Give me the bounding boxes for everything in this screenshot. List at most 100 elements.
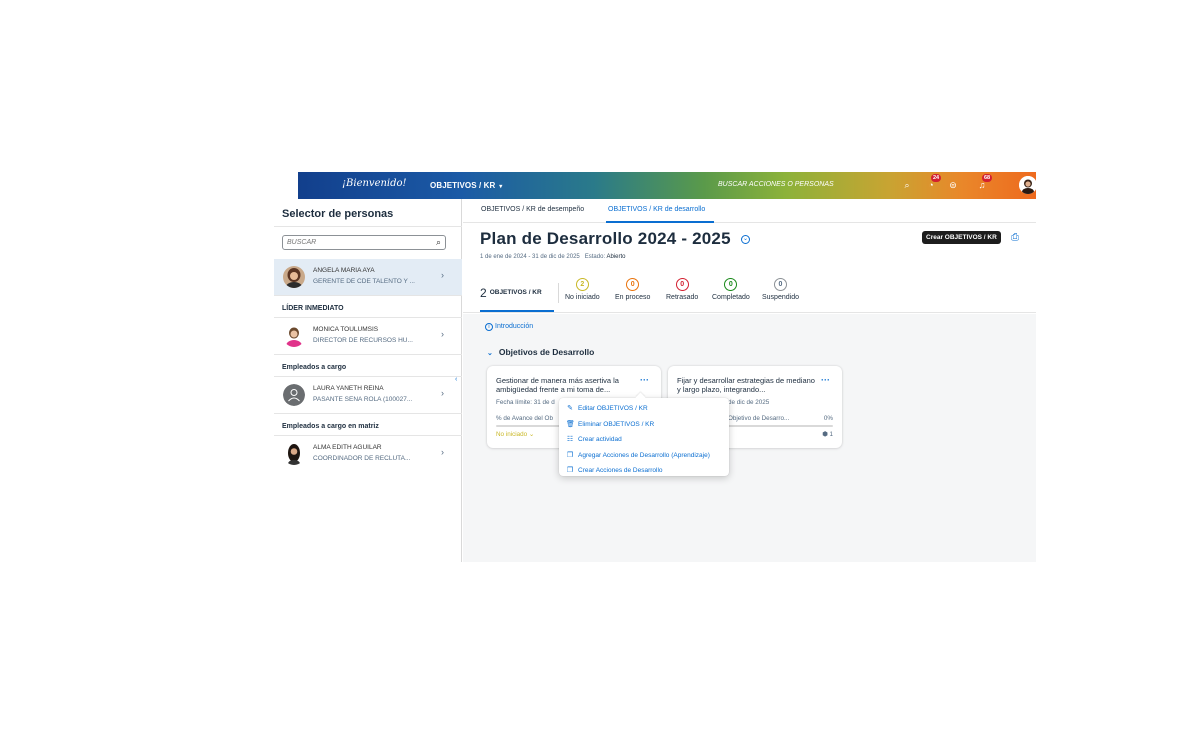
stat-count: 0 xyxy=(626,278,640,291)
stat-label: Suspendido xyxy=(762,294,799,301)
top-navigation-bar: ¡Bienvenido! OBJETIVOS / KR ▾ BUSCAR ACC… xyxy=(298,172,1036,199)
tab-desarrollo[interactable]: OBJETIVOS / KR de desarrollo xyxy=(608,206,705,213)
chevron-down-icon: ▾ xyxy=(497,184,503,190)
objective-status[interactable]: No iniciado ⌄ xyxy=(496,431,534,438)
chevron-right-icon[interactable]: › xyxy=(441,447,444,457)
avatar xyxy=(283,266,305,288)
copy-icon: ❐ xyxy=(566,467,574,474)
stat-label: No iniciado xyxy=(565,294,600,301)
stat-count: 2 xyxy=(575,278,589,291)
person-item[interactable]: ALMA EDITH AGUILAR COORDINADOR DE RECLUT… xyxy=(274,436,462,472)
menu-item-label: Crear Acciones de Desarrollo xyxy=(578,467,663,474)
objective-deadline: Fecha límite: 31 de d xyxy=(496,399,555,406)
notifications-badge: 68 xyxy=(982,174,993,182)
menu-item-delete[interactable]: 🗑 Eliminar OBJETIVOS / KR xyxy=(559,417,729,433)
more-options-icon[interactable]: ··· xyxy=(821,375,830,385)
search-icon[interactable]: ⌕ xyxy=(436,237,441,248)
person-role: COORDINADOR DE RECLUTA... xyxy=(313,455,411,462)
person-item[interactable]: LAURA YANETH REINA PASANTE SENA ROLA (10… xyxy=(274,377,462,413)
sidebar-title: Selector de personas xyxy=(282,208,394,220)
page-title: Plan de Desarrollo 2024 - 2025 xyxy=(480,229,731,248)
menu-item-create-actions[interactable]: ❐ Crear Acciones de Desarrollo xyxy=(559,463,729,479)
stat-completado[interactable]: 0 Completado xyxy=(712,278,750,301)
objective-deadline: de dic de 2025 xyxy=(728,399,770,406)
menu-item-label: Crear actividad xyxy=(578,436,622,443)
chevron-right-icon[interactable]: › xyxy=(441,388,444,398)
tab-bar: OBJETIVOS / KR de desempeño OBJETIVOS / … xyxy=(463,199,1036,223)
divider xyxy=(274,354,462,355)
selected-person[interactable]: ANGELA MARIA AYA GERENTE DE CDE TALENTO … xyxy=(274,259,462,295)
intro-link[interactable]: i Introducción xyxy=(485,323,533,331)
chevron-right-icon[interactable]: › xyxy=(441,270,444,280)
search-icon[interactable]: ⌕ xyxy=(901,179,913,191)
menu-item-label: Agregar Acciones de Desarrollo (Aprendiz… xyxy=(578,451,710,459)
search-input[interactable] xyxy=(287,237,427,248)
global-search[interactable]: BUSCAR ACCIONES O PERSONAS xyxy=(718,181,834,188)
app-window: ¡Bienvenido! OBJETIVOS / KR ▾ BUSCAR ACC… xyxy=(274,172,1036,562)
stat-count: 0 xyxy=(773,278,787,291)
create-objective-button[interactable]: Crear OBJETIVOS / KR xyxy=(922,231,1001,244)
plan-subtitle: 1 de ene de 2024 - 31 de dic de 2025 Est… xyxy=(480,254,625,260)
section-title: Objetivos de Desarrollo xyxy=(498,347,595,357)
status-value: Abierto xyxy=(606,254,626,260)
objective-status-label: No iniciado xyxy=(496,431,528,438)
total-objectives-tab[interactable]: 2 OBJETIVOS / KR xyxy=(480,285,542,300)
stat-en-proceso[interactable]: 0 En proceso xyxy=(615,278,650,301)
tab-desempeno[interactable]: OBJETIVOS / KR de desempeño xyxy=(481,206,584,213)
stat-no-iniciado[interactable]: 2 No iniciado xyxy=(565,278,600,301)
total-label: OBJETIVOS / KR xyxy=(489,289,542,297)
avatar xyxy=(283,384,305,406)
stat-count: 0 xyxy=(724,278,738,291)
more-options-icon[interactable]: ··· xyxy=(640,375,649,385)
tasks-badge: 24 xyxy=(931,174,942,182)
user-avatar[interactable] xyxy=(1019,176,1036,194)
status-summary: 2 OBJETIVOS / KR 2 No iniciado 0 En proce… xyxy=(463,273,1036,313)
activity-count: ⬢ 1 xyxy=(822,431,833,438)
chevron-right-icon[interactable]: › xyxy=(441,329,444,339)
stat-count: 0 xyxy=(675,278,689,291)
stat-label: En proceso xyxy=(615,294,651,301)
divider xyxy=(274,226,462,227)
info-icon: i xyxy=(485,323,493,331)
objective-title: Gestionar de manera más asertiva la ambi… xyxy=(496,376,619,394)
chat-icon[interactable]: ⊜ xyxy=(947,179,959,191)
sidebar-search[interactable]: ⌕ xyxy=(282,235,446,250)
module-menu[interactable]: OBJETIVOS / KR ▾ xyxy=(430,181,502,190)
person-role: DIRECTOR DE RECURSOS HU... xyxy=(313,337,413,344)
intro-label: Introducción xyxy=(495,323,534,330)
objective-title: Fijar y desarrollar estrategias de media… xyxy=(677,376,815,394)
logo[interactable]: ¡Bienvenido! xyxy=(342,178,407,189)
menu-item-create-activity[interactable]: ☷ Crear actividad xyxy=(559,432,729,448)
stat-suspendido[interactable]: 0 Suspendido xyxy=(762,278,799,301)
person-selector-panel: Selector de personas ⌕ ANGELA MARIA AYA … xyxy=(274,199,462,562)
menu-item-edit[interactable]: ✎ Editar OBJETIVOS / KR xyxy=(559,401,729,417)
stat-label: Completado xyxy=(712,294,750,301)
dropdown-icon[interactable]: ⌄ xyxy=(741,235,750,244)
print-icon[interactable]: ⎙ xyxy=(1011,232,1019,243)
section-label-matriz: Empleados a cargo en matriz xyxy=(282,423,379,430)
active-tab-indicator xyxy=(606,221,714,223)
stat-retrasado[interactable]: 0 Retrasado xyxy=(666,278,698,301)
section-label-empleados: Empleados a cargo xyxy=(282,364,347,371)
trash-icon: 🗑 xyxy=(566,420,575,428)
menu-item-label: Eliminar OBJETIVOS / KR xyxy=(578,420,655,428)
status-label: Estado: xyxy=(584,254,606,260)
divider xyxy=(558,283,559,303)
tasks-icon[interactable]: ◔ 24 xyxy=(925,174,942,191)
main-content: OBJETIVOS / KR de desempeño OBJETIVOS / … xyxy=(463,199,1036,562)
collapse-sidebar-icon[interactable]: ‹ xyxy=(455,376,457,383)
stat-label: Retrasado xyxy=(666,294,699,301)
section-label-lider: LÍDER INMEDIATO xyxy=(282,305,344,312)
menu-item-add-learning[interactable]: ❐ Agregar Acciones de Desarrollo (Aprendi… xyxy=(559,448,729,464)
chevron-down-icon: ⌄ xyxy=(528,431,535,438)
bell-icon[interactable]: ♫ 68 xyxy=(976,174,993,191)
person-name: ANGELA MARIA AYA xyxy=(313,267,375,274)
activity-count-value: 1 xyxy=(829,431,833,438)
objective-actions-menu: ✎ Editar OBJETIVOS / KR 🗑 Eliminar OBJETIV… xyxy=(559,398,729,476)
person-role: PASANTE SENA ROLA (100027... xyxy=(313,396,413,403)
section-header[interactable]: ⌄ Objetivos de Desarrollo xyxy=(487,347,594,357)
person-item[interactable]: MONICA TOULUMSIS DIRECTOR DE RECURSOS HU… xyxy=(274,318,462,354)
active-tab-indicator xyxy=(480,310,554,312)
objective-progress-label: % de Avance del Ob xyxy=(496,415,553,422)
person-name: MONICA TOULUMSIS xyxy=(313,326,379,333)
